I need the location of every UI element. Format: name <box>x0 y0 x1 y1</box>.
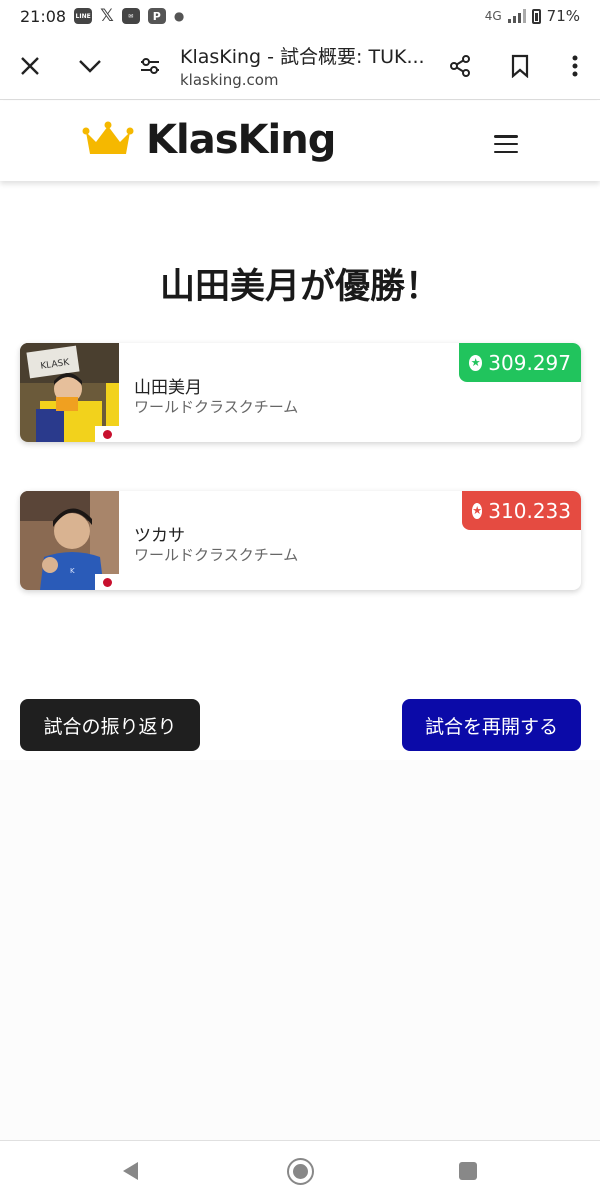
player-score: 310.233 <box>488 498 571 523</box>
status-time: 21:08 <box>20 6 67 26</box>
star-icon: ★ <box>472 502 483 519</box>
star-icon: ★ <box>469 354 483 371</box>
player-name: ツカサ <box>134 526 185 546</box>
signal-icon <box>507 9 526 23</box>
x-app-icon: 𝕏 <box>100 6 114 26</box>
more-vert-icon[interactable] <box>550 36 600 96</box>
browser-toolbar: KlasKing - 試合概要: TUK... klasking.com <box>0 32 600 100</box>
back-icon[interactable] <box>123 1162 138 1180</box>
site-header: KlasKing <box>0 101 600 181</box>
bookmark-icon[interactable] <box>490 36 550 96</box>
recent-apps-icon[interactable] <box>459 1162 477 1180</box>
paypay-app-icon: P <box>147 8 166 24</box>
page-domain: klasking.com <box>180 71 279 89</box>
winner-headline: 山田美月が優勝！ <box>159 267 440 307</box>
crown-icon <box>82 121 134 154</box>
page-title: KlasKing - 試合概要: TUK... <box>180 46 425 68</box>
player-photo: K <box>20 491 119 590</box>
japan-flag-icon <box>95 574 119 590</box>
content-background <box>0 760 600 1140</box>
network-type: 4G <box>484 9 502 23</box>
player-team: ワールドクラスクチーム <box>134 546 299 564</box>
player-card[interactable]: KLASK 山田美月 ワールドクラスクチーム ★ 309.297 <box>20 343 581 442</box>
site-settings-icon[interactable] <box>120 36 180 96</box>
svg-text:K: K <box>70 567 75 575</box>
player-name: 山田美月 <box>134 378 202 398</box>
player-team: ワールドクラスクチーム <box>134 398 299 416</box>
player-score: 309.297 <box>488 350 571 375</box>
mail-app-icon: ✉ <box>121 8 140 24</box>
hamburger-menu-icon[interactable] <box>494 135 518 153</box>
status-bar: 21:08 LINE 𝕏 ✉ P ● 4G 71% <box>0 0 600 32</box>
android-nav-bar <box>0 1140 600 1200</box>
battery-level: 71% <box>546 7 580 25</box>
battery-icon <box>531 8 541 24</box>
klasking-logo[interactable]: KlasKing <box>82 117 336 163</box>
player-card[interactable]: K ツカサ ワールドクラスクチーム ★ 310.233 <box>20 491 581 590</box>
close-icon[interactable] <box>0 36 60 96</box>
notification-dot-icon: ● <box>173 9 185 23</box>
line-app-icon: LINE <box>74 8 93 24</box>
score-badge: ★ 309.297 <box>459 343 581 382</box>
address-bar[interactable]: KlasKing - 試合概要: TUK... klasking.com <box>180 42 430 89</box>
player-photo: KLASK <box>20 343 119 442</box>
score-badge: ★ 310.233 <box>462 491 581 530</box>
resume-match-button[interactable]: 試合を再開する <box>402 699 581 751</box>
home-icon[interactable] <box>287 1158 314 1185</box>
match-review-button[interactable]: 試合の振り返り <box>20 699 200 751</box>
logo-text: KlasKing <box>146 117 336 163</box>
share-icon[interactable] <box>430 36 490 96</box>
japan-flag-icon <box>95 426 119 442</box>
chevron-down-icon[interactable] <box>60 36 120 96</box>
